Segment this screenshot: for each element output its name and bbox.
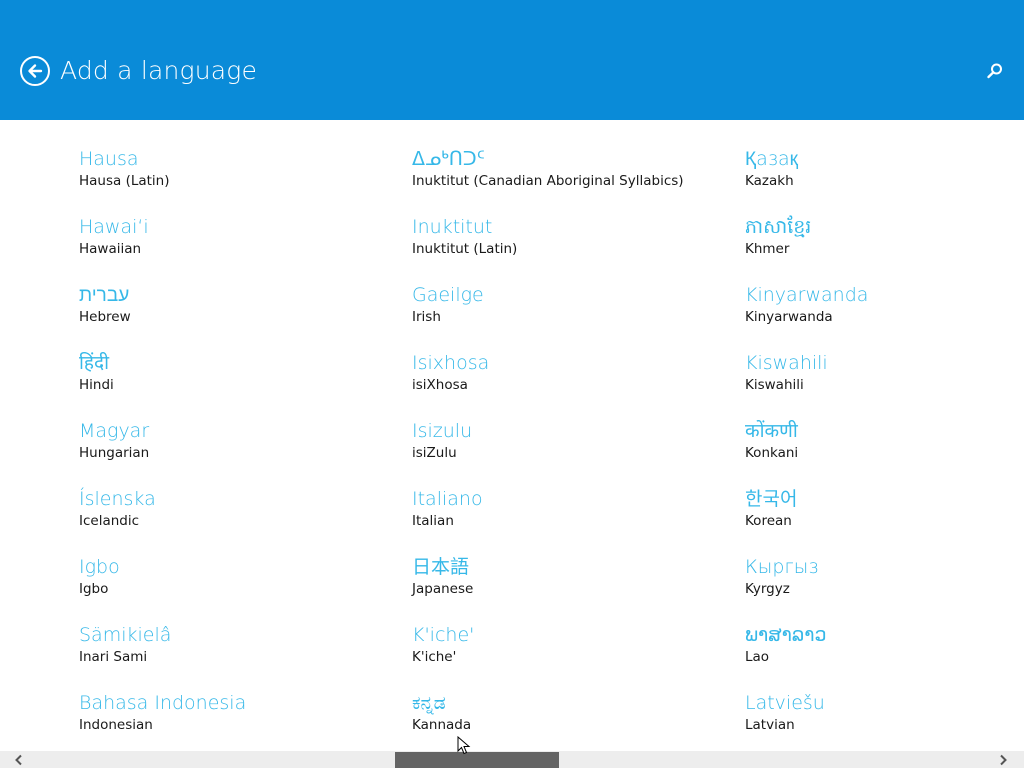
language-english-name: Hausa (Latin) <box>79 173 170 189</box>
language-item[interactable]: ພາສາລາວ Lao <box>745 622 1024 682</box>
language-native-name: Sämikielâ <box>79 624 172 646</box>
language-native-name: Isixhosa <box>412 352 490 374</box>
language-english-name: Inuktitut (Canadian Aboriginal Syllabics… <box>412 173 684 189</box>
back-button[interactable] <box>20 56 50 86</box>
language-native-name: Italiano <box>412 488 483 510</box>
language-native-name: हिंदी <box>79 352 110 374</box>
language-english-name: Khmer <box>745 241 790 257</box>
language-english-name: Latvian <box>745 717 795 733</box>
language-item[interactable]: K'iche' K'iche' <box>412 622 732 682</box>
language-item[interactable]: Кыргыз Kyrgyz <box>745 554 1024 614</box>
language-native-name: कोंकणी <box>745 420 798 442</box>
language-item[interactable]: Hawaiʻi Hawaiian <box>79 214 399 274</box>
language-english-name: Hindi <box>79 377 114 393</box>
mouse-cursor-icon <box>457 736 471 755</box>
back-arrow-icon <box>28 64 43 78</box>
language-english-name: Konkani <box>745 445 799 461</box>
language-item[interactable]: Inuktitut Inuktitut (Latin) <box>412 214 732 274</box>
language-english-name: Kyrgyz <box>745 581 790 597</box>
language-native-name: Kinyarwanda <box>745 284 869 306</box>
language-english-name: Inari Sami <box>79 649 148 665</box>
language-item[interactable]: ᐃᓄᒃᑎᑐᑦ Inuktitut (Canadian Aboriginal Syl… <box>412 146 732 206</box>
language-native-name: ພາສາລາວ <box>745 624 827 646</box>
search-icon <box>987 63 1002 79</box>
horizontal-scrollbar[interactable] <box>0 751 1024 768</box>
language-native-name: Kiswahili <box>745 352 828 374</box>
language-english-name: Lao <box>745 649 770 665</box>
language-native-name: ಕನ್ನಡ <box>412 692 446 714</box>
language-item[interactable]: Magyar Hungarian <box>79 418 399 478</box>
language-item[interactable]: Kinyarwanda Kinyarwanda <box>745 282 1024 342</box>
language-english-name: Kiswahili <box>745 377 804 393</box>
language-item[interactable]: Isixhosa isiXhosa <box>412 350 732 410</box>
language-english-name: Kazakh <box>745 173 794 189</box>
language-item[interactable]: Hausa Hausa (Latin) <box>79 146 399 206</box>
language-item[interactable]: Íslenska Icelandic <box>79 486 399 546</box>
language-native-name: Hausa <box>79 148 139 170</box>
language-english-name: Irish <box>412 309 441 325</box>
language-native-name: Inuktitut <box>412 216 493 238</box>
scrollbar-thumb[interactable] <box>395 752 559 768</box>
language-item[interactable]: Italiano Italian <box>412 486 732 546</box>
language-item[interactable]: עברית Hebrew <box>79 282 399 342</box>
language-english-name: Hungarian <box>79 445 150 461</box>
language-native-name: Bahasa Indonesia <box>79 692 247 714</box>
chevron-right-icon <box>1000 754 1007 765</box>
language-grid: Hausa Hausa (Latin) Hawaiʻi Hawaiian עברית He… <box>0 120 1024 751</box>
language-item[interactable]: Bahasa Indonesia Indonesian <box>79 690 399 750</box>
language-item[interactable]: कोंकणी Konkani <box>745 418 1024 478</box>
language-english-name: Inuktitut (Latin) <box>412 241 518 257</box>
language-english-name: Kannada <box>412 717 472 733</box>
language-native-name: 日本語 <box>412 556 470 578</box>
language-english-name: isiXhosa <box>412 377 468 393</box>
language-english-name: isiZulu <box>412 445 457 461</box>
page-title: Add a language <box>60 56 258 85</box>
language-native-name: Isizulu <box>412 420 473 442</box>
language-native-name: עברית <box>79 284 130 306</box>
language-item[interactable]: 日本語 Japanese <box>412 554 732 614</box>
language-native-name: Igbo <box>79 556 120 578</box>
language-native-name: ᐃᓄᒃᑎᑐᑦ <box>412 148 485 170</box>
language-item[interactable]: ភាសាខ្មែរ Khmer <box>745 214 1024 274</box>
language-native-name: Íslenska <box>79 488 156 510</box>
language-english-name: Igbo <box>79 581 109 597</box>
language-item[interactable]: Kiswahili Kiswahili <box>745 350 1024 410</box>
language-native-name: Gaeilge <box>412 284 484 306</box>
language-native-name: K'iche' <box>412 624 475 646</box>
language-item[interactable]: Sämikielâ Inari Sami <box>79 622 399 682</box>
language-item[interactable]: Igbo Igbo <box>79 554 399 614</box>
language-native-name: Latviešu <box>745 692 825 714</box>
search-button[interactable] <box>986 62 1004 80</box>
language-native-name: Hawaiʻi <box>79 216 149 238</box>
language-item[interactable]: Қазақ Kazakh <box>745 146 1024 206</box>
language-english-name: K'iche' <box>412 649 457 665</box>
chevron-left-icon <box>15 754 22 765</box>
scroll-left-button[interactable] <box>8 751 30 768</box>
language-english-name: Hebrew <box>79 309 131 325</box>
language-native-name: Кыргыз <box>745 556 819 578</box>
header-bar: Add a language <box>0 0 1024 120</box>
language-item[interactable]: Isizulu isiZulu <box>412 418 732 478</box>
language-native-name: Magyar <box>79 420 150 442</box>
language-english-name: Japanese <box>412 581 474 597</box>
language-english-name: Icelandic <box>79 513 140 529</box>
language-english-name: Korean <box>745 513 792 529</box>
language-english-name: Kinyarwanda <box>745 309 833 325</box>
language-native-name: ភាសាខ្មែរ <box>745 216 812 238</box>
language-native-name: Қазақ <box>745 148 798 170</box>
language-item[interactable]: Gaeilge Irish <box>412 282 732 342</box>
language-english-name: Italian <box>412 513 454 529</box>
scroll-right-button[interactable] <box>992 751 1014 768</box>
language-item[interactable]: 한국어 Korean <box>745 486 1024 546</box>
language-english-name: Hawaiian <box>79 241 142 257</box>
language-native-name: 한국어 <box>745 488 798 510</box>
language-item[interactable]: Latviešu Latvian <box>745 690 1024 750</box>
language-english-name: Indonesian <box>79 717 153 733</box>
language-item[interactable]: हिंदी Hindi <box>79 350 399 410</box>
